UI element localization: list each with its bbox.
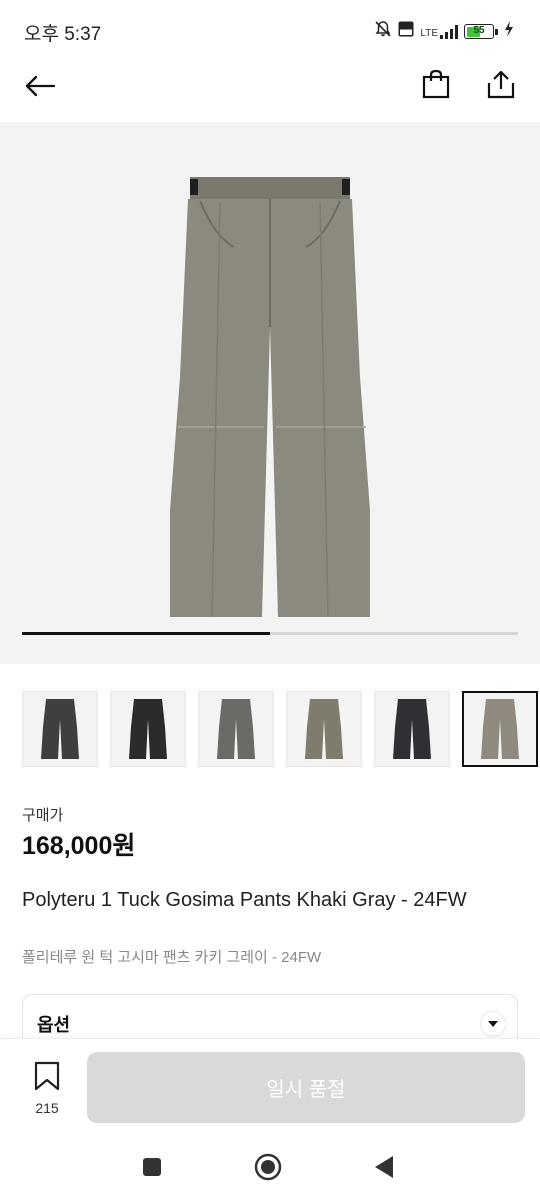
thumbnail-4[interactable] (286, 691, 362, 767)
thumbnail-3[interactable] (198, 691, 274, 767)
bookmark-count: 215 (35, 1100, 59, 1116)
thumbnail-image (305, 699, 343, 759)
gallery-progress (22, 632, 518, 635)
thumbnail-2[interactable] (110, 691, 186, 767)
app-header (0, 60, 540, 120)
share-button[interactable] (481, 66, 521, 106)
product-title: Polyteru 1 Tuck Gosima Pants Khaki Gray … (22, 889, 467, 911)
gallery-progress-fill (22, 632, 270, 635)
status-bar: 오후 5:37 LTE 55 (0, 0, 540, 60)
volte-icon (398, 21, 414, 42)
lte-signal-icon: LTE (420, 24, 458, 39)
battery-level: 55 (473, 25, 485, 36)
thumbnail-5[interactable] (374, 691, 450, 767)
bottom-action-bar: 215 일시 품절 (0, 1038, 540, 1138)
mute-bell-icon (374, 20, 392, 43)
thumbnail-strip (22, 691, 540, 769)
home-circle-icon (254, 1153, 282, 1186)
bookmark-icon (33, 1061, 61, 1095)
recents-button[interactable] (135, 1152, 169, 1186)
price-label: 구매가 (22, 807, 64, 824)
option-label: 옵션 (37, 1015, 71, 1035)
lte-label: LTE (420, 27, 438, 39)
thumbnail-1[interactable] (22, 691, 98, 767)
charging-bolt-icon (504, 21, 514, 42)
product-subtitle: 폴리테루 원 턱 고시마 팬츠 카키 그레이 - 24FW (22, 949, 322, 966)
bookmark-button[interactable]: 215 (24, 1061, 70, 1121)
thumbnail-image (481, 699, 519, 759)
thumbnail-image (393, 699, 431, 759)
product-image-gallery[interactable] (0, 122, 540, 664)
system-nav-bar (0, 1138, 540, 1200)
shopping-bag-icon (422, 69, 450, 104)
thumbnail-image (41, 699, 79, 759)
recents-square-icon (142, 1157, 162, 1182)
status-time: 오후 5:37 (24, 24, 102, 45)
thumbnail-6[interactable] (462, 691, 538, 767)
share-icon (487, 69, 515, 104)
back-arrow-icon (24, 74, 56, 103)
battery-icon: 55 (464, 24, 494, 39)
thumbnail-image (129, 699, 167, 759)
back-triangle-icon (373, 1155, 395, 1184)
home-button[interactable] (251, 1152, 285, 1186)
shopping-bag-button[interactable] (416, 66, 456, 106)
soldout-button[interactable]: 일시 품절 (87, 1052, 525, 1123)
product-main-image (170, 177, 370, 617)
thumbnail-image (217, 699, 255, 759)
back-button[interactable] (20, 68, 60, 108)
price-value: 168,000원 (22, 832, 136, 860)
chevron-down-icon (481, 1012, 505, 1036)
nav-back-button[interactable] (367, 1152, 401, 1186)
status-icons: LTE 55 (374, 20, 514, 43)
